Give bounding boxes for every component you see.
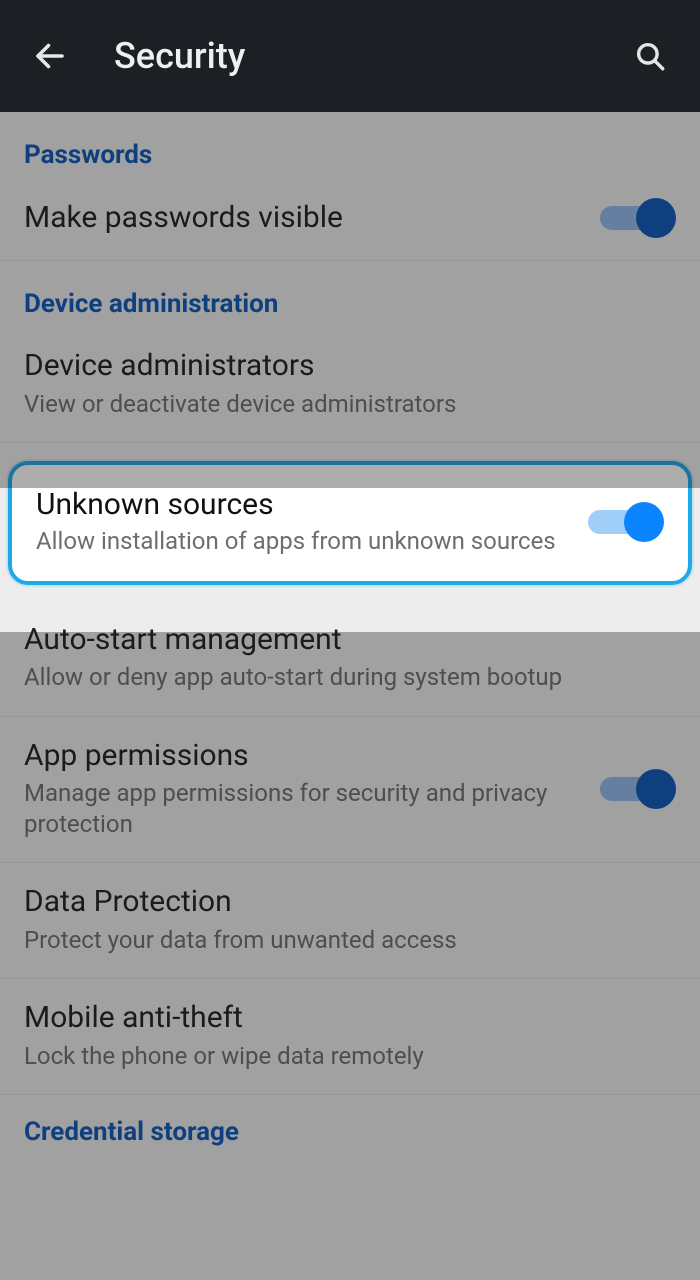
app-bar: Security <box>0 0 700 112</box>
row-subtitle: View or deactivate device administrators <box>24 389 660 420</box>
row-title: Data Protection <box>24 883 660 921</box>
toggle-app-permissions[interactable] <box>600 769 676 809</box>
toggle-unknown-sources[interactable] <box>588 502 664 542</box>
row-mobile-anti-theft[interactable]: Mobile anti-theft Lock the phone or wipe… <box>0 979 700 1095</box>
row-title: Unknown sources <box>36 487 572 522</box>
row-subtitle: Lock the phone or wipe data remotely <box>24 1041 660 1072</box>
row-title: Make passwords visible <box>24 199 584 237</box>
search-icon[interactable] <box>628 34 672 78</box>
row-title: Mobile anti-theft <box>24 999 660 1037</box>
row-title: App permissions <box>24 737 584 775</box>
row-auto-start-management[interactable]: Auto-start management Allow or deny app … <box>0 601 700 717</box>
row-make-passwords-visible[interactable]: Make passwords visible <box>0 178 700 261</box>
row-title: Device administrators <box>24 347 660 385</box>
page-title: Security <box>114 35 628 77</box>
row-unknown-sources[interactable]: Unknown sources Allow installation of ap… <box>8 461 692 585</box>
settings-content: Passwords Make passwords visible Device … <box>0 112 700 1155</box>
section-header-passwords: Passwords <box>0 112 700 178</box>
row-app-permissions[interactable]: App permissions Manage app permissions f… <box>0 717 700 864</box>
section-header-credential-storage: Credential storage <box>0 1095 700 1155</box>
back-icon[interactable] <box>28 34 72 78</box>
row-data-protection[interactable]: Data Protection Protect your data from u… <box>0 863 700 979</box>
row-subtitle: Allow installation of apps from unknown … <box>36 526 572 557</box>
row-subtitle: Manage app permissions for security and … <box>24 778 584 840</box>
row-subtitle: Allow or deny app auto-start during syst… <box>24 662 660 693</box>
section-header-device-administration: Device administration <box>0 261 700 327</box>
row-subtitle: Protect your data from unwanted access <box>24 925 660 956</box>
toggle-make-passwords-visible[interactable] <box>600 198 676 238</box>
row-title: Auto-start management <box>24 621 660 659</box>
row-device-administrators[interactable]: Device administrators View or deactivate… <box>0 327 700 443</box>
